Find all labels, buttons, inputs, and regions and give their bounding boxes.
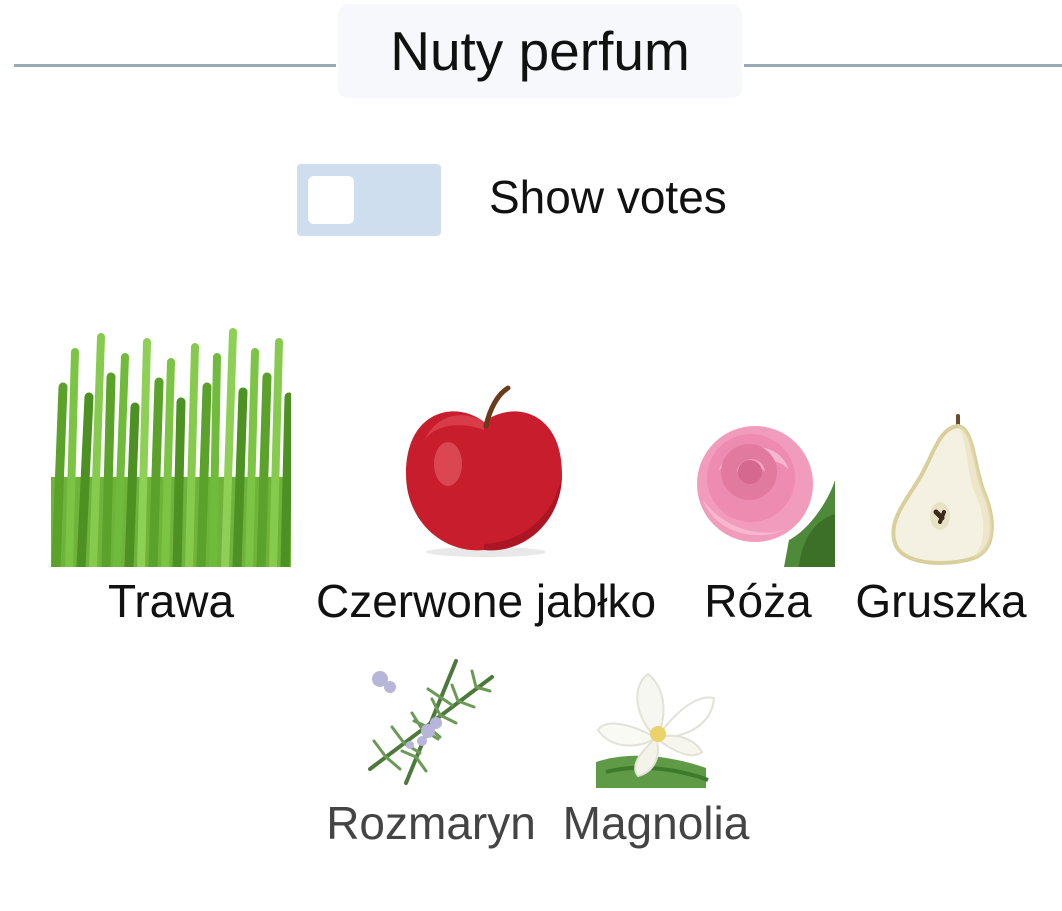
grass-image[interactable] [51,327,291,567]
toggle-knob[interactable] [308,176,354,224]
rose-image[interactable] [689,420,836,567]
rosemary-image[interactable] [366,657,496,787]
show-votes-toggle[interactable] [297,164,441,236]
header-divider-right [744,64,1062,67]
magnolia-image[interactable] [596,668,716,788]
note-label-rozmaryn: Rozmaryn [326,797,536,849]
show-votes-label: Show votes [489,171,727,223]
pear-image[interactable] [870,412,1010,567]
note-label-trawa: Trawa [107,575,235,627]
note-label-magnolia: Magnolia [562,797,750,849]
note-label-czerwone-jablko: Czerwone jabłko [315,575,657,627]
note-label-gruszka: Gruszka [855,575,1027,627]
show-votes-row: Show votes [297,164,727,236]
section-title: Nuty perfum [338,4,742,98]
red-apple-image[interactable] [396,382,572,558]
note-label-roza: Róża [704,575,812,627]
section-title-text: Nuty perfum [390,20,690,82]
header-divider-left [14,64,336,67]
